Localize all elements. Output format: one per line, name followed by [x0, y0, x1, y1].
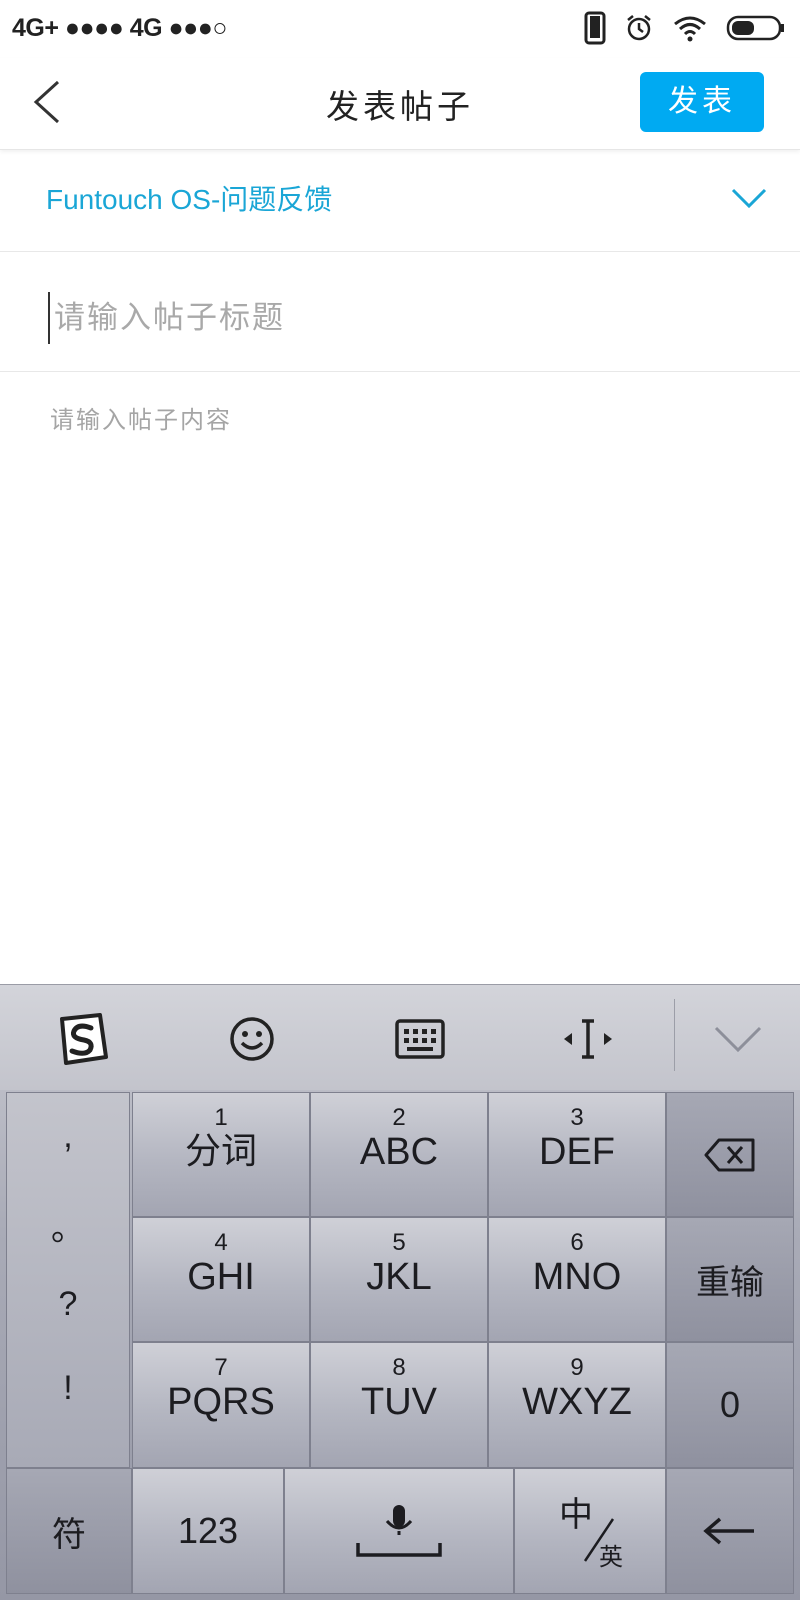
- key-5[interactable]: 5 JKL: [310, 1217, 488, 1342]
- emoji-icon[interactable]: [224, 1011, 280, 1067]
- cursor-move-icon[interactable]: [560, 1011, 616, 1067]
- battery-icon: [726, 14, 786, 46]
- punctuation-column[interactable]: , 。 ? !: [6, 1092, 130, 1468]
- symbol-key[interactable]: 符: [6, 1468, 132, 1594]
- text-cursor: [48, 292, 50, 344]
- post-content-input[interactable]: [50, 400, 760, 960]
- key-3[interactable]: 3 DEF: [488, 1092, 666, 1217]
- app-header: 发表帖子 发表: [0, 58, 800, 150]
- post-title-input[interactable]: [54, 292, 754, 344]
- microphone-space-icon: [356, 1505, 442, 1557]
- carrier-signal-text: 4G+ ●●●● 4G ●●●○: [12, 14, 227, 42]
- space-voice-key[interactable]: [284, 1468, 514, 1594]
- category-selector[interactable]: Funtouch OS-问题反馈: [0, 150, 800, 252]
- punct-comma-key[interactable]: ,: [7, 1117, 129, 1156]
- keyboard-toolbar: [0, 984, 800, 1090]
- lang-sub-label: 英: [599, 1543, 623, 1571]
- wifi-icon: [672, 14, 708, 46]
- key-7[interactable]: 7 PQRS: [132, 1342, 310, 1468]
- key-1[interactable]: 1 分词: [132, 1092, 310, 1217]
- key-6[interactable]: 6 MNO: [488, 1217, 666, 1342]
- punct-exclaim-key[interactable]: !: [7, 1369, 129, 1408]
- post-button[interactable]: 发表: [640, 72, 764, 132]
- enter-key[interactable]: [666, 1468, 794, 1594]
- status-bar: 4G+ ●●●● 4G ●●●○: [0, 0, 800, 58]
- punct-period-key[interactable]: 。: [7, 1201, 129, 1250]
- key-2[interactable]: 2 ABC: [310, 1092, 488, 1217]
- key-0[interactable]: 0: [666, 1342, 794, 1468]
- chevron-down-icon: [731, 188, 767, 209]
- numeric-key[interactable]: 123: [132, 1468, 284, 1594]
- reinput-key[interactable]: 重输: [666, 1217, 794, 1342]
- backspace-key[interactable]: [666, 1092, 794, 1217]
- toolbar-divider: [674, 999, 675, 1071]
- collapse-keyboard-icon[interactable]: [710, 1011, 766, 1067]
- category-label: Funtouch OS-问题反馈: [46, 184, 333, 215]
- alarm-icon: [624, 13, 654, 47]
- key-8[interactable]: 8 TUV: [310, 1342, 488, 1468]
- soft-keyboard: , 。 ? ! 1 分词 2 ABC 3 DEF 4 GHI 5 JKL 6 M…: [0, 984, 800, 1600]
- punct-question-key[interactable]: ?: [7, 1285, 129, 1324]
- sogou-logo-icon[interactable]: [54, 1011, 110, 1067]
- language-switch-key[interactable]: 中 英: [514, 1468, 666, 1594]
- backspace-icon: [704, 1138, 755, 1171]
- status-icons: [584, 10, 786, 50]
- phone-icon: [584, 11, 606, 49]
- keyboard-icon[interactable]: [392, 1011, 448, 1067]
- enter-icon: [703, 1517, 754, 1545]
- key-9[interactable]: 9 WXYZ: [488, 1342, 666, 1468]
- key-4[interactable]: 4 GHI: [132, 1217, 310, 1342]
- title-field-row: [0, 252, 800, 372]
